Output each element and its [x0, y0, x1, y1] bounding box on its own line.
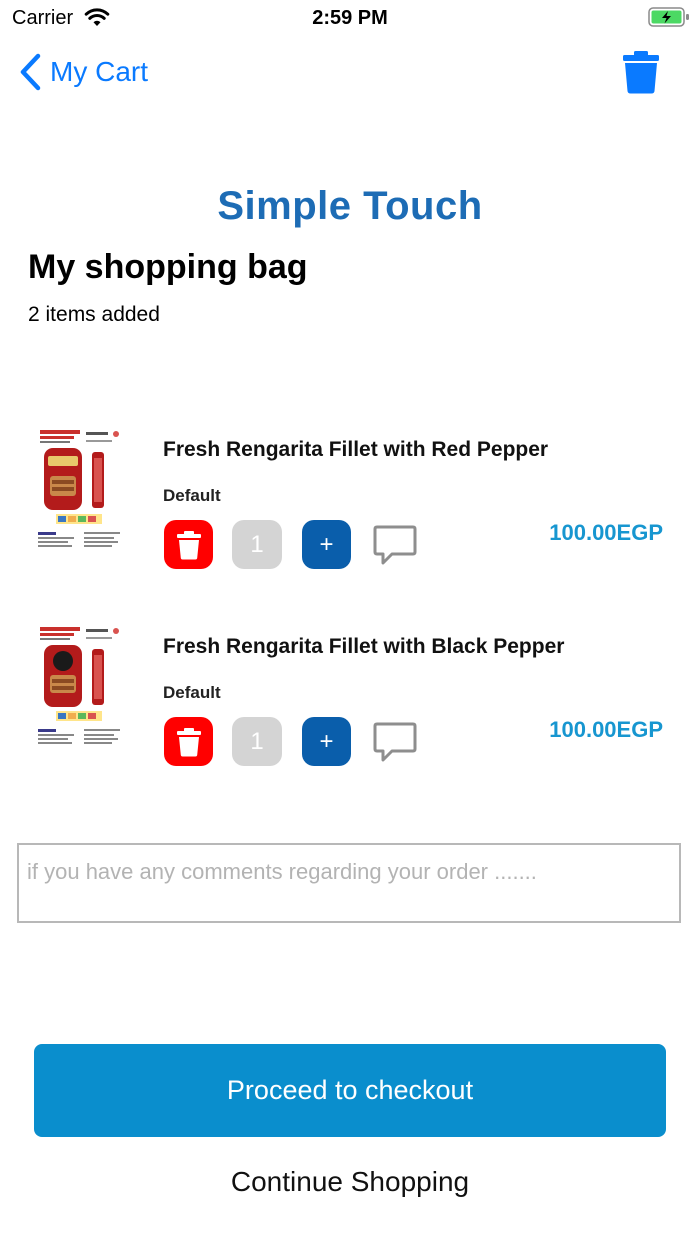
- cart-item: Fresh Rengarita Fillet with Red Pepper D…: [0, 424, 700, 574]
- brand-title: Simple Touch: [217, 184, 483, 228]
- page-title: My shopping bag: [28, 248, 308, 286]
- status-bar: Carrier 2:59 PM: [0, 0, 700, 36]
- quantity-value: 1: [232, 520, 282, 569]
- product-price: 100.00EGP: [549, 520, 663, 545]
- product-name: Fresh Rengarita Fillet with Red Pepper: [163, 438, 549, 461]
- remove-item-button[interactable]: [164, 717, 213, 766]
- back-button[interactable]: My Cart: [18, 52, 148, 92]
- trash-icon: [176, 727, 201, 756]
- order-comments-input[interactable]: [17, 843, 681, 923]
- quantity-value: 1: [232, 717, 282, 766]
- back-label: My Cart: [50, 56, 148, 87]
- product-image: [32, 621, 128, 751]
- trash-icon: [176, 530, 201, 559]
- product-variant: Default: [163, 486, 221, 505]
- battery-charging-icon: [648, 7, 689, 27]
- comment-icon[interactable]: [372, 720, 418, 766]
- cart-item: Fresh Rengarita Fillet with Black Pepper…: [0, 621, 700, 771]
- items-count: 2 items added: [28, 303, 160, 326]
- product-price: 100.00EGP: [549, 717, 663, 742]
- increase-quantity-button[interactable]: +: [302, 717, 351, 766]
- product-name: Fresh Rengarita Fillet with Black Pepper: [163, 635, 565, 658]
- comment-icon[interactable]: [372, 523, 418, 569]
- checkout-button[interactable]: Proceed to checkout: [34, 1044, 666, 1137]
- remove-item-button[interactable]: [164, 520, 213, 569]
- chevron-left-icon: [20, 53, 41, 91]
- product-variant: Default: [163, 683, 221, 702]
- trash-icon[interactable]: [622, 50, 660, 94]
- product-image: [32, 424, 128, 554]
- increase-quantity-button[interactable]: +: [302, 520, 351, 569]
- continue-shopping-button[interactable]: Continue Shopping: [0, 1166, 700, 1198]
- status-time: 2:59 PM: [312, 7, 388, 29]
